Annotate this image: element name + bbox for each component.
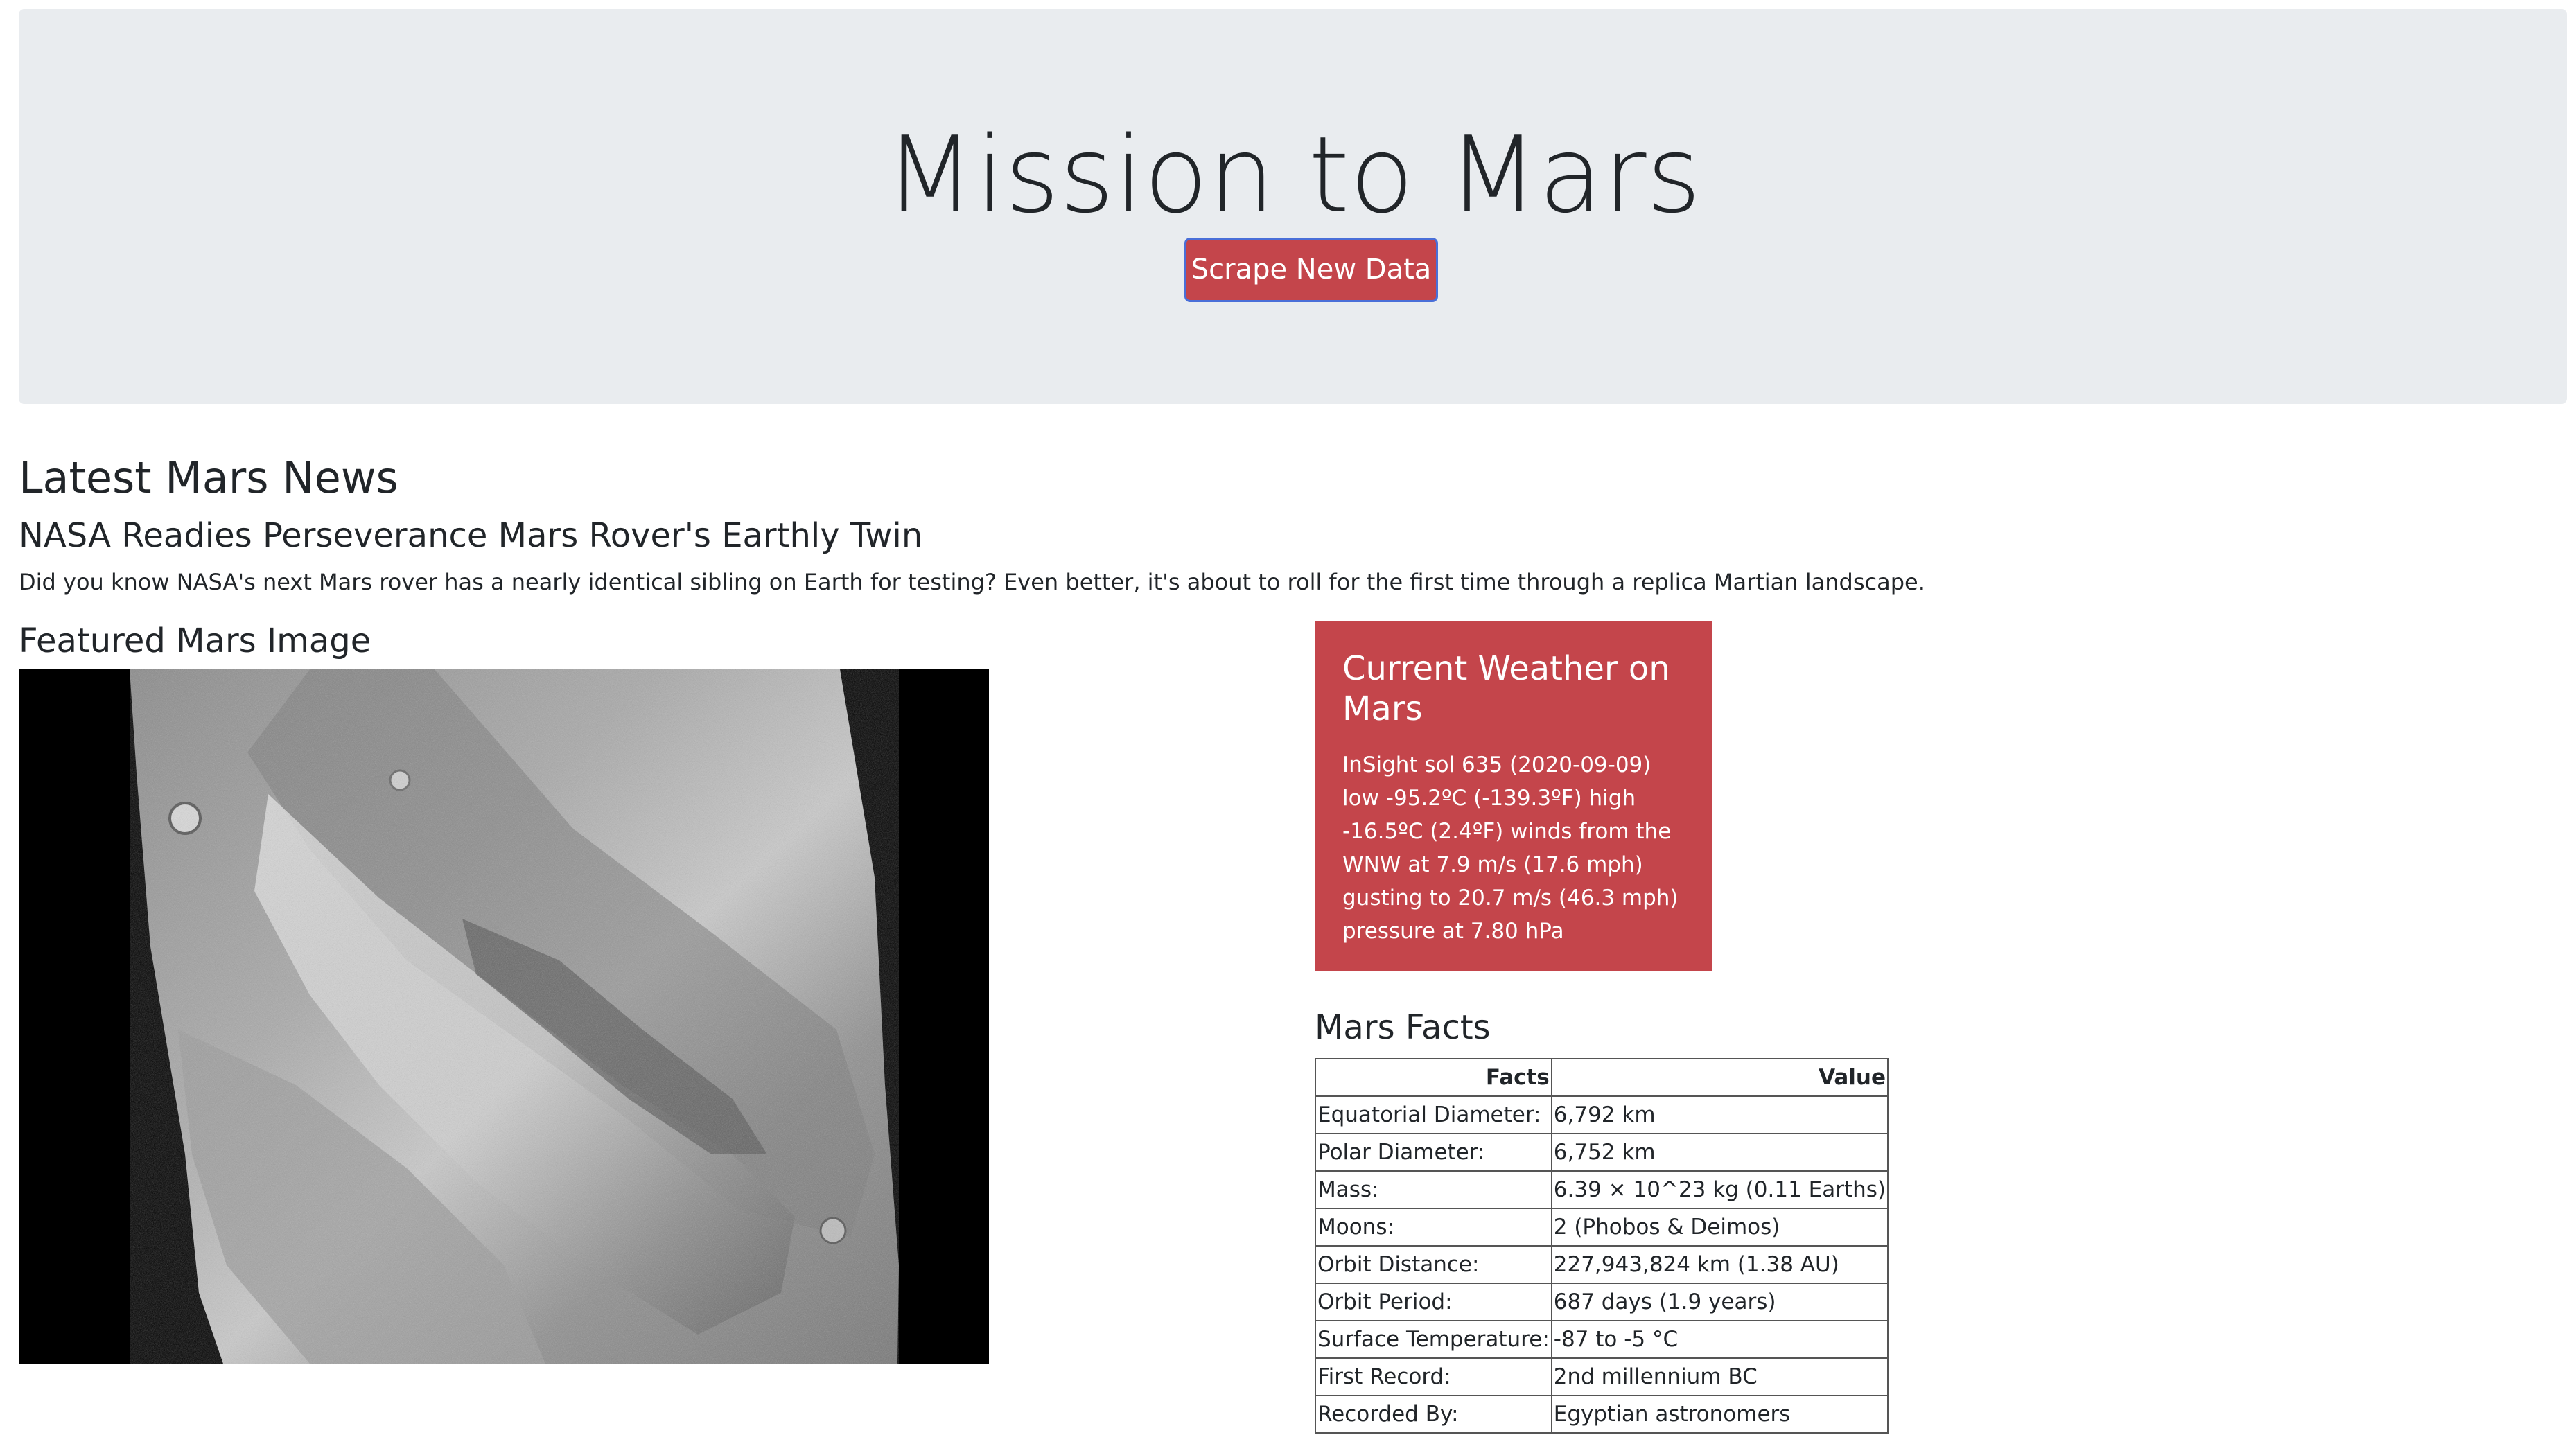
fact-value: -87 to -5 °C xyxy=(1550,1320,1889,1359)
fact-value: 6,752 km xyxy=(1550,1133,1889,1172)
value-column-header: Value xyxy=(1550,1058,1889,1097)
news-headline: NASA Readies Perseverance Mars Rover's E… xyxy=(19,516,923,555)
fact-label: Orbit Period: xyxy=(1315,1283,1552,1321)
fact-label: Equatorial Diameter: xyxy=(1315,1095,1552,1134)
fact-value: 687 days (1.9 years) xyxy=(1550,1283,1889,1321)
mars-terrain-image xyxy=(130,669,899,1364)
table-row: Orbit Distance: 227,943,824 km (1.38 AU) xyxy=(1315,1245,1889,1284)
fact-label: First Record: xyxy=(1315,1357,1552,1396)
table-row: Moons: 2 (Phobos & Deimos) xyxy=(1315,1208,1889,1247)
facts-column-header: Facts xyxy=(1315,1058,1552,1097)
table-row: Mass: 6.39 × 10^23 kg (0.11 Earths) xyxy=(1315,1170,1889,1209)
mars-facts-table: Facts Value Equatorial Diameter: 6,792 k… xyxy=(1315,1058,1889,1434)
fact-value: Egyptian astronomers xyxy=(1550,1395,1889,1434)
fact-label: Polar Diameter: xyxy=(1315,1133,1552,1172)
table-row: Polar Diameter: 6,752 km xyxy=(1315,1133,1889,1172)
fact-label: Mass: xyxy=(1315,1170,1552,1209)
table-row: Recorded By: Egyptian astronomers xyxy=(1315,1395,1889,1434)
featured-image-heading: Featured Mars Image xyxy=(19,622,371,660)
fact-value: 227,943,824 km (1.38 AU) xyxy=(1550,1245,1889,1284)
weather-card: Current Weather on Mars InSight sol 635 … xyxy=(1315,621,1712,971)
fact-label: Orbit Distance: xyxy=(1315,1245,1552,1284)
fact-value: 6,792 km xyxy=(1550,1095,1889,1134)
news-teaser: Did you know NASA's next Mars rover has … xyxy=(19,569,1925,595)
table-row: First Record: 2nd millennium BC xyxy=(1315,1357,1889,1396)
fact-value: 2nd millennium BC xyxy=(1550,1357,1889,1396)
table-row: Orbit Period: 687 days (1.9 years) xyxy=(1315,1283,1889,1321)
weather-title: Current Weather on Mars xyxy=(1342,649,1670,728)
page-title: Mission to Mars xyxy=(884,114,1701,236)
fact-label: Moons: xyxy=(1315,1208,1552,1247)
fact-label: Recorded By: xyxy=(1315,1395,1552,1434)
weather-report: InSight sol 635 (2020-09-09) low -95.2ºC… xyxy=(1342,752,1679,944)
facts-header-row: Facts Value xyxy=(1315,1058,1889,1097)
table-row: Surface Temperature: -87 to -5 °C xyxy=(1315,1320,1889,1359)
featured-mars-image xyxy=(19,669,989,1364)
mars-facts-heading: Mars Facts xyxy=(1315,1008,1491,1047)
fact-value: 2 (Phobos & Deimos) xyxy=(1550,1208,1889,1247)
fact-value: 6.39 × 10^23 kg (0.11 Earths) xyxy=(1550,1170,1889,1209)
scrape-new-data-button[interactable]: Scrape New Data xyxy=(1184,238,1438,302)
table-row: Equatorial Diameter: 6,792 km xyxy=(1315,1095,1889,1134)
latest-news-heading: Latest Mars News xyxy=(19,452,398,503)
jumbotron: Mission to Mars Scrape New Data xyxy=(19,9,2567,404)
fact-label: Surface Temperature: xyxy=(1315,1320,1552,1359)
